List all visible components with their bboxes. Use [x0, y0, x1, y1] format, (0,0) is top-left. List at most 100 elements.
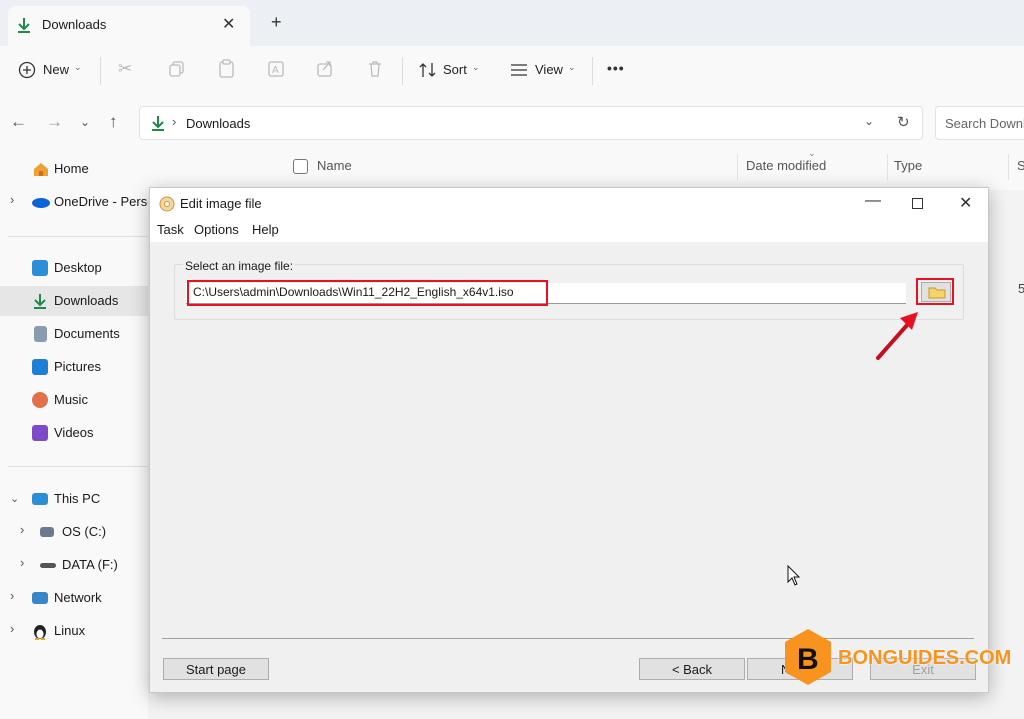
chevron-right-icon[interactable]: ›	[20, 555, 24, 570]
drive-icon	[40, 563, 56, 568]
delete-icon[interactable]	[366, 59, 384, 79]
tab-strip: Downloads ✕ +	[0, 0, 1024, 46]
menu-options[interactable]: Options	[194, 222, 239, 237]
drive-icon	[40, 527, 54, 537]
sort-icon	[419, 63, 436, 77]
sidebar-item-os-c[interactable]: › OS (C:)	[0, 517, 148, 547]
videos-icon	[32, 425, 48, 441]
desktop-icon	[32, 260, 48, 276]
download-icon	[152, 116, 164, 131]
sidebar-item-label: Documents	[54, 326, 120, 341]
mouse-cursor-icon	[787, 565, 801, 586]
chevron-right-icon[interactable]: ›	[10, 192, 14, 207]
sidebar-item-home[interactable]: Home	[0, 154, 148, 184]
copy-icon[interactable]	[168, 60, 186, 78]
minimize-icon[interactable]: —	[865, 192, 881, 210]
new-tab-icon[interactable]: +	[271, 12, 282, 33]
sidebar-item-network[interactable]: › Network	[0, 583, 148, 613]
column-divider[interactable]	[887, 154, 888, 180]
column-divider[interactable]	[1008, 154, 1009, 180]
select-all-checkbox[interactable]	[293, 159, 308, 174]
paste-icon[interactable]	[218, 59, 236, 79]
dialog-title-bar[interactable]: Edit image file — ✕	[150, 188, 988, 220]
rename-icon[interactable]: A	[267, 59, 285, 79]
sidebar-item-pictures[interactable]: Pictures	[0, 352, 148, 382]
sidebar-item-videos[interactable]: Videos	[0, 418, 148, 448]
chevron-right-icon[interactable]: ›	[10, 621, 14, 636]
sidebar-item-label: Downloads	[54, 293, 119, 308]
sidebar-item-downloads[interactable]: Downloads	[0, 286, 148, 316]
chevron-right-icon[interactable]: ›	[10, 588, 14, 603]
maximize-icon[interactable]	[912, 198, 923, 209]
footer-divider	[162, 638, 974, 639]
close-icon[interactable]: ✕	[959, 193, 972, 213]
address-bar[interactable]: › Downloads ⌄ ↻	[139, 106, 923, 140]
sidebar-item-data-f[interactable]: › DATA (F:)	[0, 550, 148, 580]
share-icon[interactable]	[316, 59, 334, 79]
sidebar-item-this-pc[interactable]: ⌄ This PC	[0, 484, 148, 514]
more-options-icon[interactable]: •••	[607, 60, 625, 76]
toolbar-divider	[402, 57, 403, 85]
chevron-down-icon[interactable]: ⌄	[10, 492, 19, 505]
sidebar-item-desktop[interactable]: Desktop	[0, 253, 148, 283]
documents-icon	[34, 326, 47, 342]
toolbar-divider	[100, 57, 101, 85]
sidebar-item-label: OneDrive - Person	[54, 194, 148, 209]
sidebar-item-linux[interactable]: › Linux	[0, 616, 148, 646]
up-arrow-icon[interactable]: ↑	[109, 112, 118, 132]
sidebar-divider	[8, 236, 148, 237]
forward-arrow-icon[interactable]: →	[46, 112, 63, 132]
sidebar-item-label: Linux	[54, 623, 86, 638]
sidebar-item-label: Music	[54, 392, 88, 407]
address-history-icon[interactable]: ⌄	[864, 114, 874, 128]
back-button[interactable]: < Back	[639, 658, 745, 680]
sort-button[interactable]: Sort ⌄	[414, 58, 486, 84]
sidebar-item-onedrive[interactable]: › OneDrive - Person	[0, 187, 148, 217]
column-name[interactable]: Name	[317, 158, 352, 173]
dialog-title: Edit image file	[180, 196, 262, 211]
sidebar-item-music[interactable]: Music	[0, 385, 148, 415]
column-size[interactable]: S	[1017, 158, 1024, 173]
image-path-value: C:\Users\admin\Downloads\Win11_22H2_Engl…	[193, 285, 514, 299]
close-tab-icon[interactable]: ✕	[222, 14, 235, 34]
edit-image-file-dialog: Edit image file — ✕ Task Options Help Se…	[149, 187, 989, 693]
cut-icon[interactable]: ✂	[118, 59, 132, 79]
breadcrumb[interactable]: Downloads	[186, 116, 250, 131]
sidebar-item-label: This PC	[54, 491, 101, 506]
column-divider[interactable]	[737, 154, 738, 180]
view-button[interactable]: View ⌄	[506, 58, 582, 84]
menu-help[interactable]: Help	[252, 222, 279, 237]
linux-penguin-icon	[34, 625, 46, 640]
new-button[interactable]: New ⌄	[10, 58, 88, 84]
sidebar-item-label: DATA (F:)	[62, 557, 118, 572]
pointer-arrow-icon	[876, 312, 918, 360]
chevron-down-icon: ⌄	[472, 62, 480, 72]
file-list-header: Name ⌄ Date modified Type S	[148, 148, 1024, 190]
sidebar-item-label: Network	[54, 590, 102, 605]
navigation-pane: Home › OneDrive - Person Desktop Downloa…	[0, 150, 148, 719]
column-date-modified[interactable]: Date modified	[746, 158, 826, 173]
column-type[interactable]: Type	[894, 158, 922, 173]
sidebar-item-label: Pictures	[54, 359, 101, 374]
home-icon	[34, 163, 48, 176]
back-arrow-icon[interactable]: ←	[10, 112, 27, 132]
recent-locations-icon[interactable]: ⌄	[80, 115, 90, 129]
sidebar-item-documents[interactable]: Documents	[0, 319, 148, 349]
onedrive-cloud-icon	[32, 198, 50, 208]
sidebar-item-label: Videos	[54, 425, 94, 440]
start-page-button[interactable]: Start page	[163, 658, 269, 680]
refresh-icon[interactable]: ↻	[897, 113, 910, 131]
chevron-down-icon: ⌄	[74, 62, 82, 72]
tab-downloads[interactable]: Downloads ✕	[8, 6, 250, 46]
search-input[interactable]: Search Downlo	[935, 106, 1024, 140]
view-label: View	[535, 62, 563, 77]
sidebar-divider	[8, 466, 148, 467]
logo-letter: B	[797, 643, 819, 676]
music-icon	[32, 392, 48, 408]
download-icon	[34, 294, 46, 309]
menu-task[interactable]: Task	[157, 222, 184, 237]
chevron-right-icon[interactable]: ›	[20, 522, 24, 537]
toolbar-divider	[592, 57, 593, 85]
new-label: New	[43, 62, 70, 77]
plus-circle-icon	[18, 61, 36, 79]
